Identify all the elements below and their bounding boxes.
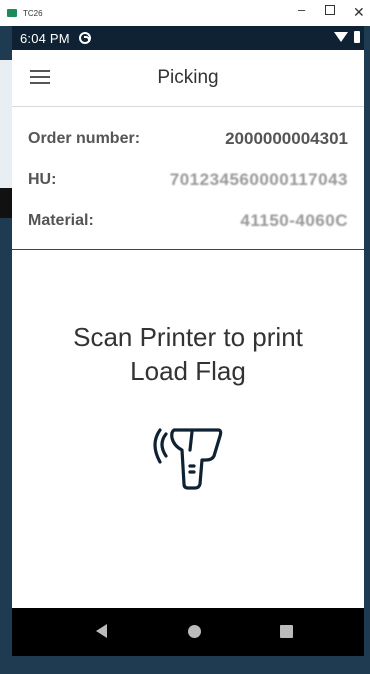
order-number-row: Order number: 2000000004301 xyxy=(28,118,348,159)
app-bar: Picking xyxy=(12,50,364,107)
maximize-icon[interactable] xyxy=(325,5,335,15)
wifi-icon xyxy=(334,32,348,42)
material-label: Material: xyxy=(28,211,94,229)
background-edge xyxy=(364,26,370,656)
app-window-icon xyxy=(7,9,17,17)
sync-icon xyxy=(78,32,91,44)
hu-label: HU: xyxy=(28,170,57,188)
background-edge xyxy=(0,60,12,188)
divider xyxy=(12,249,364,250)
material-row: Material: 41150-4060C xyxy=(28,200,348,241)
hamburger-icon[interactable] xyxy=(30,70,50,84)
device-screen: 6:04 PM Picking Order number: 2000000004… xyxy=(12,26,364,656)
navigation-bar xyxy=(12,608,364,656)
minimize-icon[interactable]: – xyxy=(298,2,305,17)
status-bar: 6:04 PM xyxy=(12,26,364,50)
scan-instruction: Scan Printer to print Load Flag xyxy=(12,320,364,388)
close-icon[interactable]: ✕ xyxy=(353,4,365,21)
home-icon[interactable] xyxy=(188,625,201,638)
instruction-line-2: Load Flag xyxy=(130,356,246,386)
battery-icon xyxy=(354,31,360,43)
back-icon[interactable] xyxy=(96,624,107,638)
hu-value: 701234560000117043 xyxy=(169,169,348,189)
page-title: Picking xyxy=(157,67,219,88)
barcode-scanner-icon xyxy=(153,428,223,490)
instruction-line-1: Scan Printer to print xyxy=(73,322,303,352)
order-number-value: 2000000004301 xyxy=(225,128,348,148)
order-info: Order number: 2000000004301 HU: 70123456… xyxy=(12,107,364,249)
window-titlebar: TC26 – ✕ xyxy=(0,0,370,26)
material-value: 41150-4060C xyxy=(240,210,348,230)
hu-row: HU: 701234560000117043 xyxy=(28,159,348,200)
order-number-label: Order number: xyxy=(28,129,141,147)
scanner-graphic xyxy=(12,422,364,492)
status-time: 6:04 PM xyxy=(20,30,70,46)
background-edge xyxy=(0,26,10,54)
window-title: TC26 xyxy=(23,8,43,18)
recents-icon[interactable] xyxy=(280,625,293,638)
background-edge xyxy=(0,188,12,218)
